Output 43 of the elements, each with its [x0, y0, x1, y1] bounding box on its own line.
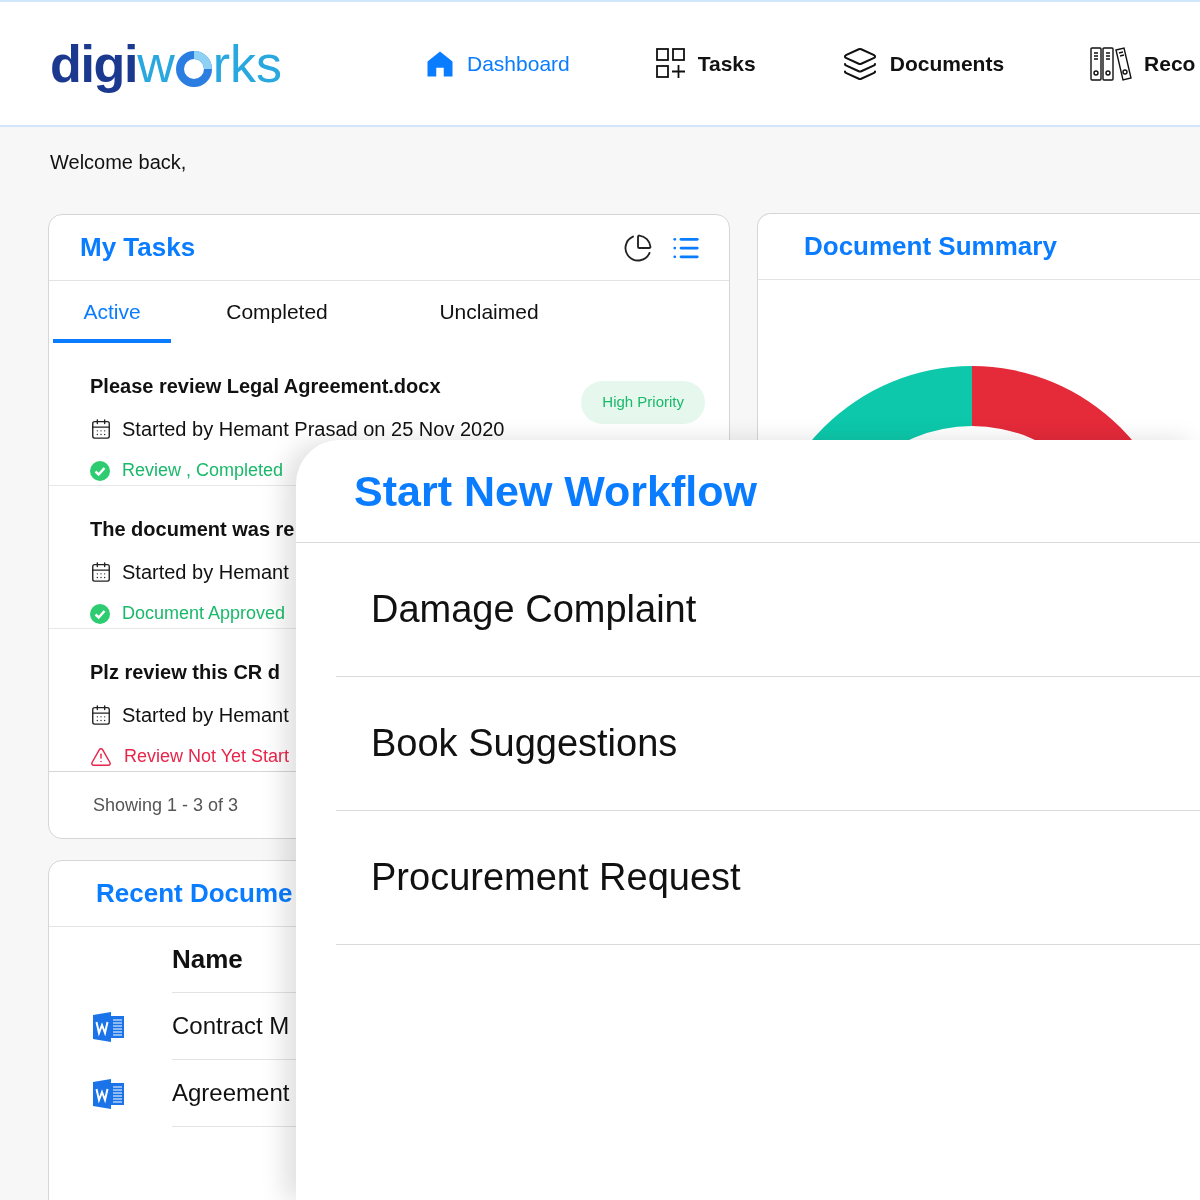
task-status-text: Document Approved — [122, 602, 286, 625]
column-header: Name — [172, 943, 243, 976]
task-title: Plz review this CR d — [90, 660, 282, 685]
warning-icon — [90, 745, 112, 768]
card-title: My Tasks — [80, 231, 196, 264]
logo-text: rks — [212, 37, 283, 90]
welcome-text: Welcome back, — [50, 150, 188, 175]
nav-link[interactable]: Dashboard — [425, 47, 570, 80]
word-document-icon — [93, 1012, 125, 1042]
nav-link[interactable]: Reco — [1090, 45, 1196, 82]
tab[interactable]: Active — [53, 281, 171, 343]
grid-plus-icon — [655, 47, 686, 80]
card-title: Recent Docume — [96, 877, 293, 910]
pagination-text: Showing 1 - 3 of 3 — [93, 793, 239, 817]
tab[interactable]: Completed — [171, 281, 383, 343]
card-title: Document Summary — [804, 230, 1057, 263]
task-started-text: Started by Hemant — [122, 703, 289, 728]
calendar-icon — [90, 418, 112, 440]
task-title: The document was re — [90, 517, 295, 542]
logo-ring-icon — [174, 49, 213, 88]
calendar-icon — [90, 561, 112, 583]
priority-badge: High Priority — [581, 381, 705, 424]
tab[interactable]: Unclaimed — [383, 281, 595, 343]
nav-link[interactable]: Documents — [841, 45, 1005, 82]
workflow-option[interactable]: Book Suggestions — [336, 677, 1200, 811]
binders-icon — [1090, 45, 1133, 82]
task-status-text: Review , Completed — [122, 459, 284, 482]
task-status-text: Review Not Yet Start — [124, 745, 290, 768]
document-name[interactable]: Contract M — [172, 1008, 290, 1044]
logo-text: w — [137, 37, 175, 90]
chart-view-button[interactable] — [623, 232, 653, 263]
workflow-option[interactable]: Procurement Request — [336, 811, 1200, 945]
calendar-icon — [90, 704, 112, 726]
check-circle-icon — [90, 603, 110, 624]
workflow-option[interactable]: Damage Complaint — [336, 543, 1200, 677]
layers-icon — [841, 45, 878, 82]
task-started-text: Started by Hemant Prasad on 25 Nov 2020 — [122, 417, 505, 442]
document-name[interactable]: Agreement — [172, 1075, 290, 1111]
task-started-text: Started by Hemant — [122, 560, 289, 585]
task-title: Please review Legal Agreement.docx — [90, 374, 442, 399]
word-document-icon — [93, 1079, 125, 1109]
check-circle-icon — [90, 460, 110, 481]
nav-link[interactable]: Tasks — [655, 47, 756, 80]
